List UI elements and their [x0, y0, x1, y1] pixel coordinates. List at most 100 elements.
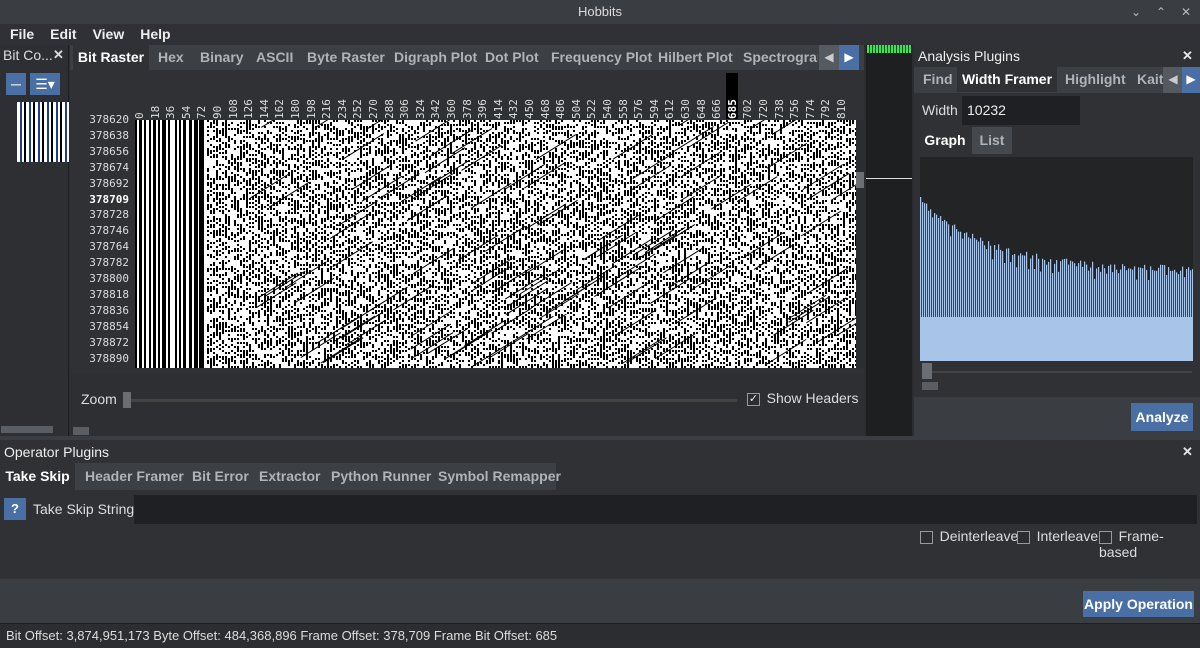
- menu-help[interactable]: Help: [132, 24, 178, 45]
- show-headers-checkbox[interactable]: ✓ Show Headers: [747, 390, 858, 407]
- raster-vertical-scrollbar[interactable]: [856, 120, 864, 368]
- window-title: Hobbits: [577, 4, 623, 19]
- column-header: 576: [632, 99, 646, 119]
- tab-ascii[interactable]: ASCII: [256, 45, 293, 70]
- menu-view[interactable]: View: [85, 24, 133, 45]
- row-header: 378836: [89, 303, 129, 317]
- minimize-icon[interactable]: ⌄: [1124, 0, 1148, 24]
- autocorrelation-plot: [920, 197, 1193, 361]
- zoom-slider-handle[interactable]: [123, 392, 131, 408]
- tab-spectrogram[interactable]: Spectrogram: [743, 45, 818, 70]
- column-header: 558: [616, 99, 630, 119]
- tab-hex[interactable]: Hex: [158, 45, 184, 70]
- tab-bit-raster[interactable]: Bit Raster: [73, 45, 149, 70]
- raster-scroll-handle[interactable]: [856, 172, 864, 188]
- subtab-graph[interactable]: Graph: [920, 127, 970, 154]
- horizontal-scroll-handle[interactable]: [73, 427, 89, 435]
- width-autocorrelation-graph[interactable]: [920, 157, 1193, 361]
- tab-digraph-plot[interactable]: Digraph Plot: [394, 45, 477, 70]
- tab-kaitai[interactable]: Kait: [1137, 67, 1163, 92]
- tab-python-runner[interactable]: Python Runner: [331, 463, 431, 490]
- column-header: 306: [398, 99, 412, 119]
- tab-width-framer[interactable]: Width Framer: [957, 67, 1057, 92]
- tab-scroll-right-icon[interactable]: ▶: [839, 45, 859, 70]
- column-header: 72: [195, 105, 209, 119]
- menu-file[interactable]: File: [0, 24, 42, 45]
- deinterleave-check-icon[interactable]: [920, 531, 933, 545]
- column-header: 702: [741, 99, 755, 119]
- tab-highlight[interactable]: Highlight: [1065, 67, 1126, 92]
- width-input[interactable]: 10232: [962, 96, 1080, 125]
- close-analysis-icon[interactable]: ✕: [1182, 48, 1193, 64]
- tab-byte-raster[interactable]: Byte Raster: [307, 45, 385, 70]
- bit-container-panel: Bit Co... ✕ ─ ☰▾: [0, 45, 69, 436]
- row-header: 378872: [89, 335, 129, 349]
- left-panel-scrollbar[interactable]: [1, 426, 53, 433]
- container-thumbnail[interactable]: [17, 102, 69, 162]
- column-header: 108: [226, 99, 240, 119]
- column-header: 54: [179, 105, 193, 119]
- column-header: 810: [835, 99, 848, 119]
- row-header: 378746: [89, 224, 129, 238]
- menu-edit[interactable]: Edit: [42, 24, 84, 45]
- row-header: 378764: [89, 240, 129, 254]
- tab-dot-plot[interactable]: Dot Plot: [485, 45, 539, 70]
- interleave-checkbox[interactable]: Interleave: [1017, 528, 1098, 545]
- show-headers-check-icon[interactable]: ✓: [747, 393, 760, 407]
- close-window-icon[interactable]: ✕: [1174, 0, 1198, 24]
- column-header: 180: [289, 99, 302, 119]
- width-label: Width: [922, 102, 958, 118]
- tab-symbol-remapper[interactable]: Symbol Remapper: [438, 463, 561, 490]
- tab-scroll-left-icon[interactable]: ◀: [819, 45, 839, 70]
- frame-based-checkbox[interactable]: Frame-based: [1099, 528, 1200, 560]
- analysis-tab-right-icon[interactable]: ▶: [1182, 67, 1200, 93]
- bit-minimap[interactable]: [866, 45, 912, 436]
- maximize-icon[interactable]: ⌃: [1149, 0, 1173, 24]
- close-left-panel-icon[interactable]: ✕: [53, 47, 64, 63]
- column-header: 126: [242, 99, 256, 119]
- row-header: 378854: [89, 319, 129, 333]
- help-button[interactable]: ?: [4, 498, 26, 520]
- graph-slider-handle[interactable]: [922, 363, 932, 379]
- tab-hilbert-plot[interactable]: Hilbert Plot: [658, 45, 733, 70]
- row-header: 378674: [89, 160, 129, 174]
- row-header: 378709: [89, 192, 129, 206]
- tab-extractor[interactable]: Extractor: [259, 463, 320, 490]
- row-header: 378800: [89, 272, 129, 285]
- row-header: 378890: [89, 351, 129, 365]
- remove-container-button[interactable]: ─: [6, 73, 26, 95]
- column-header: 234: [335, 99, 349, 119]
- tab-take-skip[interactable]: Take Skip: [0, 463, 75, 490]
- operator-panel-title: Operator Plugins: [4, 444, 110, 460]
- frame-based-check-icon[interactable]: [1099, 531, 1112, 545]
- bit-raster-image: [135, 120, 856, 368]
- column-header: 396: [476, 99, 490, 119]
- apply-operation-button[interactable]: Apply Operation: [1083, 591, 1194, 617]
- graph-scroll-handle[interactable]: [922, 382, 938, 390]
- title-bar: Hobbits ⌄ ⌃ ✕: [0, 0, 1200, 24]
- column-header: 288: [382, 99, 396, 119]
- interleave-check-icon[interactable]: [1017, 531, 1030, 545]
- tab-bit-error[interactable]: Bit Error: [192, 463, 249, 490]
- row-header: 378782: [89, 256, 129, 270]
- zoom-slider-track[interactable]: [125, 399, 737, 402]
- graph-slider-track[interactable]: [922, 371, 1192, 373]
- column-header: 270: [367, 99, 380, 119]
- column-header: 0: [133, 112, 146, 119]
- column-header: 685: [725, 73, 739, 119]
- take-skip-input[interactable]: [134, 495, 1197, 524]
- tab-header-framer[interactable]: Header Framer: [85, 463, 184, 490]
- container-menu-button[interactable]: ☰▾: [30, 73, 60, 95]
- analysis-tab-left-icon[interactable]: ◀: [1163, 67, 1183, 93]
- tab-frequency-plot[interactable]: Frequency Plot: [551, 45, 652, 70]
- analyze-button[interactable]: Analyze: [1131, 403, 1193, 431]
- column-headers: 0 18 36 54 72 90 108 126 144 162 180 198 216 234 252 27…: [132, 73, 856, 119]
- tab-binary[interactable]: Binary: [200, 45, 244, 70]
- bit-raster-canvas[interactable]: [135, 120, 856, 368]
- subtab-list[interactable]: List: [972, 127, 1012, 154]
- close-operator-icon[interactable]: ✕: [1182, 444, 1193, 460]
- deinterleave-checkbox[interactable]: Deinterleave: [920, 528, 1018, 545]
- tab-find[interactable]: Find: [923, 67, 953, 92]
- column-header: 252: [351, 99, 365, 119]
- column-header: 198: [304, 99, 318, 119]
